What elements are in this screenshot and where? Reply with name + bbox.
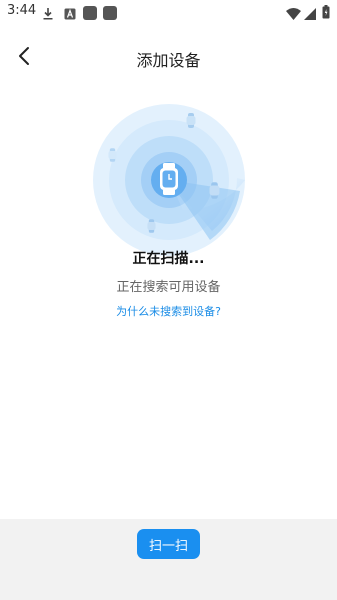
battery-icon — [322, 4, 330, 23]
device-dot-icon — [209, 182, 220, 203]
page-title: 添加设备 — [136, 51, 201, 70]
signal-icon — [304, 5, 316, 24]
status-bar: 3:44 — [0, 0, 337, 24]
device-dot-icon — [186, 113, 196, 132]
download-icon — [42, 5, 54, 24]
device-dot-icon — [108, 147, 117, 166]
header: 添加设备 — [0, 36, 337, 80]
scan-qr-button[interactable]: 扫一扫 — [137, 529, 200, 559]
help-link[interactable]: 为什么未搜索到设备? — [0, 303, 337, 319]
app-square-icon — [83, 5, 97, 24]
a-app-icon — [64, 5, 76, 24]
device-dot-icon — [147, 218, 156, 237]
footer: 扫一扫 — [0, 519, 337, 600]
wifi-icon — [286, 5, 301, 24]
app-square-icon — [103, 5, 117, 24]
radar-scanner — [92, 103, 246, 257]
scan-subtitle: 正在搜索可用设备 — [116, 280, 221, 295]
scan-title: 正在扫描... — [132, 251, 205, 267]
screen: 3:44 添加设备 正在扫描... 正在搜索可用设备 为什么未搜索到设备? 扫一… — [0, 0, 337, 600]
smartwatch-icon — [159, 163, 179, 199]
status-time: 3:44 — [7, 3, 37, 18]
